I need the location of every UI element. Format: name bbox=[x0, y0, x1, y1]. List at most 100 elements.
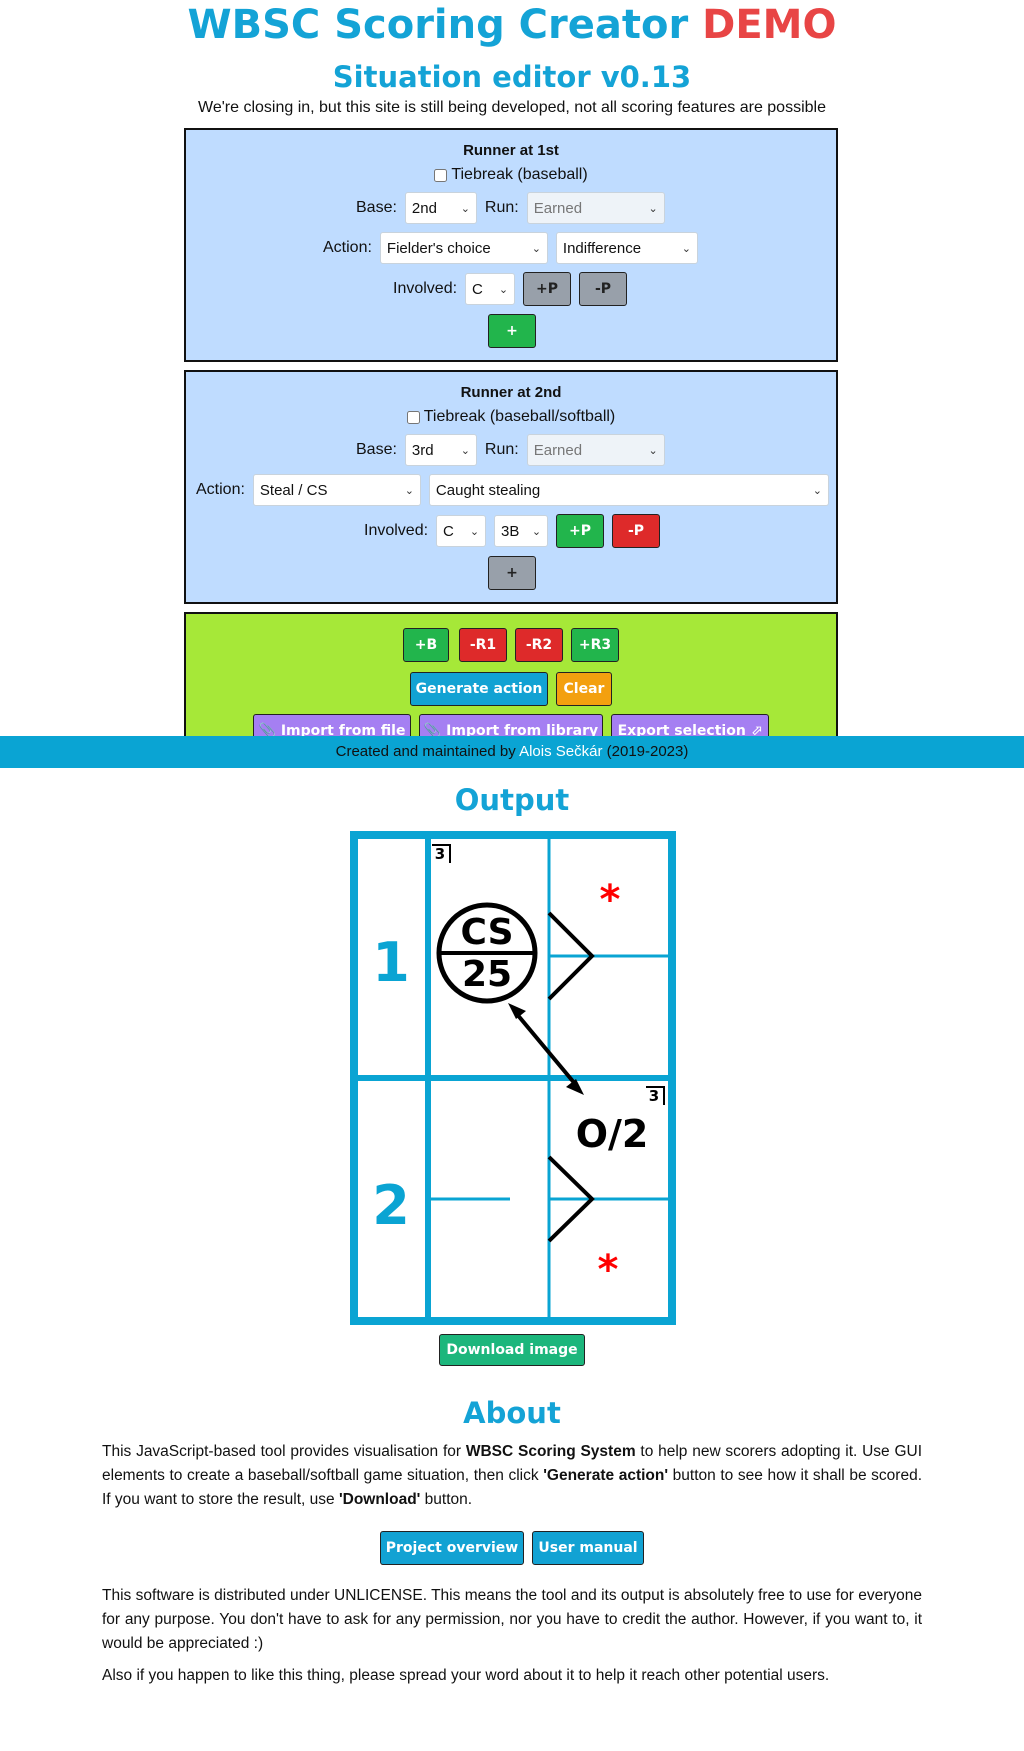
runner1-panel: Runner at 1st Tiebreak (baseball) Base: … bbox=[184, 128, 838, 362]
footer-prefix: Created and maintained by bbox=[335, 743, 516, 760]
about-text: This JavaScript-based tool provides visu… bbox=[102, 1443, 462, 1460]
runner1-base-label: Base: bbox=[356, 199, 397, 216]
runner2-base-value: 3rd bbox=[411, 441, 434, 459]
page-title: WBSC Scoring Creator DEMO bbox=[0, 2, 1024, 48]
row1-badge: 3 bbox=[435, 845, 445, 863]
runner1-action-select[interactable]: Fielder's choice ⌄ bbox=[379, 232, 548, 264]
runner1-base-value: 2nd bbox=[411, 199, 437, 217]
runner1-base-row: Base: 2nd ⌄ Run: Earned ⌄ bbox=[356, 192, 665, 224]
runner1-add-action-button[interactable]: + bbox=[488, 314, 536, 348]
runner2-action-value: Steal / CS bbox=[259, 481, 328, 499]
runner2-run-value: Earned bbox=[533, 441, 583, 459]
chevron-down-icon: ⌄ bbox=[469, 525, 480, 538]
runner1-tiebreak-row: Tiebreak (baseball) bbox=[186, 166, 836, 184]
chevron-down-icon: ⌄ bbox=[648, 202, 658, 215]
runner1-involved-value: C bbox=[472, 280, 483, 298]
add-batter-button[interactable]: +B bbox=[403, 628, 449, 662]
runner2-action-label: Action: bbox=[196, 481, 245, 498]
runner2-involved-select-1[interactable]: C ⌄ bbox=[436, 515, 487, 547]
star-icon: * bbox=[598, 1247, 619, 1293]
add-r3-button[interactable]: +R3 bbox=[571, 628, 619, 662]
output-title: Output bbox=[454, 783, 570, 817]
runner1-remove-player-button[interactable]: -P bbox=[579, 272, 628, 306]
runner2-involved-value-1: C bbox=[443, 522, 454, 540]
star-icon: * bbox=[600, 877, 621, 923]
runner1-tiebreak-checkbox[interactable] bbox=[434, 168, 448, 182]
runner1-tiebreak-label: Tiebreak (baseball) bbox=[451, 166, 588, 183]
editor-subtitle: Situation editor v0.13 bbox=[332, 60, 692, 94]
chevron-down-icon: ⌄ bbox=[498, 283, 509, 296]
runner1-action-label: Action: bbox=[323, 239, 372, 256]
chevron-down-icon: ⌄ bbox=[404, 484, 414, 497]
chevron-down-icon: ⌄ bbox=[681, 242, 691, 255]
scoresheet-grid bbox=[350, 831, 676, 1325]
runner1-action-detail-select[interactable]: Indifference ⌄ bbox=[555, 232, 698, 264]
runner2-action-select[interactable]: Steal / CS ⌄ bbox=[252, 474, 421, 506]
author-link[interactable]: Alois Sečkár bbox=[519, 743, 602, 760]
license-paragraph: This software is distributed under UNLIC… bbox=[102, 1587, 922, 1652]
runner2-base-label: Base: bbox=[356, 441, 397, 458]
runner1-involved-row: Involved: C ⌄ +P -P bbox=[393, 272, 628, 306]
runner1-action-detail-value: Indifference bbox=[562, 239, 642, 257]
about-paragraph-1: This JavaScript-based tool provides visu… bbox=[102, 1440, 922, 1512]
runner2-remove-player-button[interactable]: -P bbox=[612, 514, 661, 548]
badge-icon: 3 bbox=[432, 844, 451, 863]
chevron-down-icon: ⌄ bbox=[648, 444, 658, 457]
connection-arrow-icon bbox=[508, 1003, 584, 1095]
runner1-action-value: Fielder's choice bbox=[386, 239, 491, 257]
runner2-involved-label: Involved: bbox=[364, 522, 429, 539]
runner1-add-player-button[interactable]: +P bbox=[523, 272, 572, 306]
runner2-tiebreak-checkbox[interactable] bbox=[406, 410, 420, 424]
chevron-down-icon: ⌄ bbox=[460, 444, 470, 457]
download-image-button[interactable]: Download image bbox=[439, 1334, 585, 1366]
runner-controls-row: +B -R1 -R2 +R3 bbox=[186, 628, 836, 662]
about-links-row: Project overview User manual bbox=[0, 1531, 1024, 1565]
runner1-base-select[interactable]: 2nd ⌄ bbox=[404, 192, 477, 224]
caught-stealing-circle: CS 25 bbox=[436, 902, 538, 1004]
runner2-base-select[interactable]: 3rd ⌄ bbox=[404, 434, 477, 466]
runner2-action-detail-select[interactable]: Caught stealing ⌄ bbox=[428, 474, 829, 506]
about-bold: WBSC Scoring System bbox=[465, 1443, 636, 1460]
runner2-tiebreak-row: Tiebreak (baseball/softball) bbox=[186, 408, 836, 426]
runner2-panel: Runner at 2nd Tiebreak (baseball/softbal… bbox=[184, 370, 838, 604]
demo-label: DEMO bbox=[702, 2, 837, 48]
generate-action-button[interactable]: Generate action bbox=[410, 672, 548, 706]
scoresheet-image: 1 2 3 CS 25 * 3 O/2 * bbox=[350, 831, 676, 1325]
row1-number: 1 bbox=[372, 931, 410, 994]
runner2-involved-select-2[interactable]: 3B ⌄ bbox=[494, 515, 549, 547]
out-text: O/2 bbox=[576, 1112, 649, 1156]
runner2-add-action-button[interactable]: + bbox=[488, 556, 536, 590]
runner1-action-row: Action: Fielder's choice ⌄ Indifference ⌄ bbox=[323, 232, 698, 264]
development-notice: We're closing in, but this site is still… bbox=[198, 99, 826, 116]
chevron-down-icon: ⌄ bbox=[812, 484, 822, 497]
generate-row: Generate action Clear bbox=[186, 672, 836, 706]
runner1-run-select[interactable]: Earned ⌄ bbox=[526, 192, 665, 224]
runner2-involved-row: Involved: C ⌄ 3B ⌄ +P -P bbox=[364, 514, 661, 548]
user-manual-button[interactable]: User manual bbox=[532, 1531, 644, 1565]
share-paragraph: Also if you happen to like this thing, p… bbox=[102, 1667, 830, 1684]
footer-bar: Created and maintained by Alois Sečkár (… bbox=[0, 736, 1024, 768]
runner2-tiebreak-label: Tiebreak (baseball/softball) bbox=[423, 408, 616, 425]
runner2-action-detail-value: Caught stealing bbox=[435, 481, 541, 499]
runner2-action-row: Action: Steal / CS ⌄ Caught stealing ⌄ bbox=[196, 474, 829, 506]
about-text: button. bbox=[424, 1491, 473, 1508]
runner2-run-select[interactable]: Earned ⌄ bbox=[526, 434, 665, 466]
project-overview-button[interactable]: Project overview bbox=[380, 1531, 524, 1565]
title-text: WBSC Scoring Creator bbox=[187, 2, 689, 48]
row2-number: 2 bbox=[372, 1174, 410, 1237]
clear-button[interactable]: Clear bbox=[556, 672, 612, 706]
runner1-title: Runner at 1st bbox=[463, 142, 559, 159]
runner2-title: Runner at 2nd bbox=[460, 384, 562, 401]
runner1-involved-select[interactable]: C ⌄ bbox=[465, 273, 516, 305]
cs-text: CS bbox=[460, 912, 513, 953]
about-bold: 'Generate action' bbox=[543, 1467, 669, 1484]
about-bold: 'Download' bbox=[338, 1491, 421, 1508]
runner2-involved-value-2: 3B bbox=[501, 522, 520, 540]
remove-r1-button[interactable]: -R1 bbox=[459, 628, 507, 662]
footer-years: (2019-2023) bbox=[606, 743, 689, 760]
controls-panel: +B -R1 -R2 +R3 Generate action Clear 📎 I… bbox=[184, 612, 838, 748]
cs-fielders-text: 25 bbox=[462, 954, 512, 995]
chevron-down-icon: ⌄ bbox=[460, 202, 470, 215]
runner2-add-player-button[interactable]: +P bbox=[556, 514, 605, 548]
remove-r2-button[interactable]: -R2 bbox=[515, 628, 563, 662]
